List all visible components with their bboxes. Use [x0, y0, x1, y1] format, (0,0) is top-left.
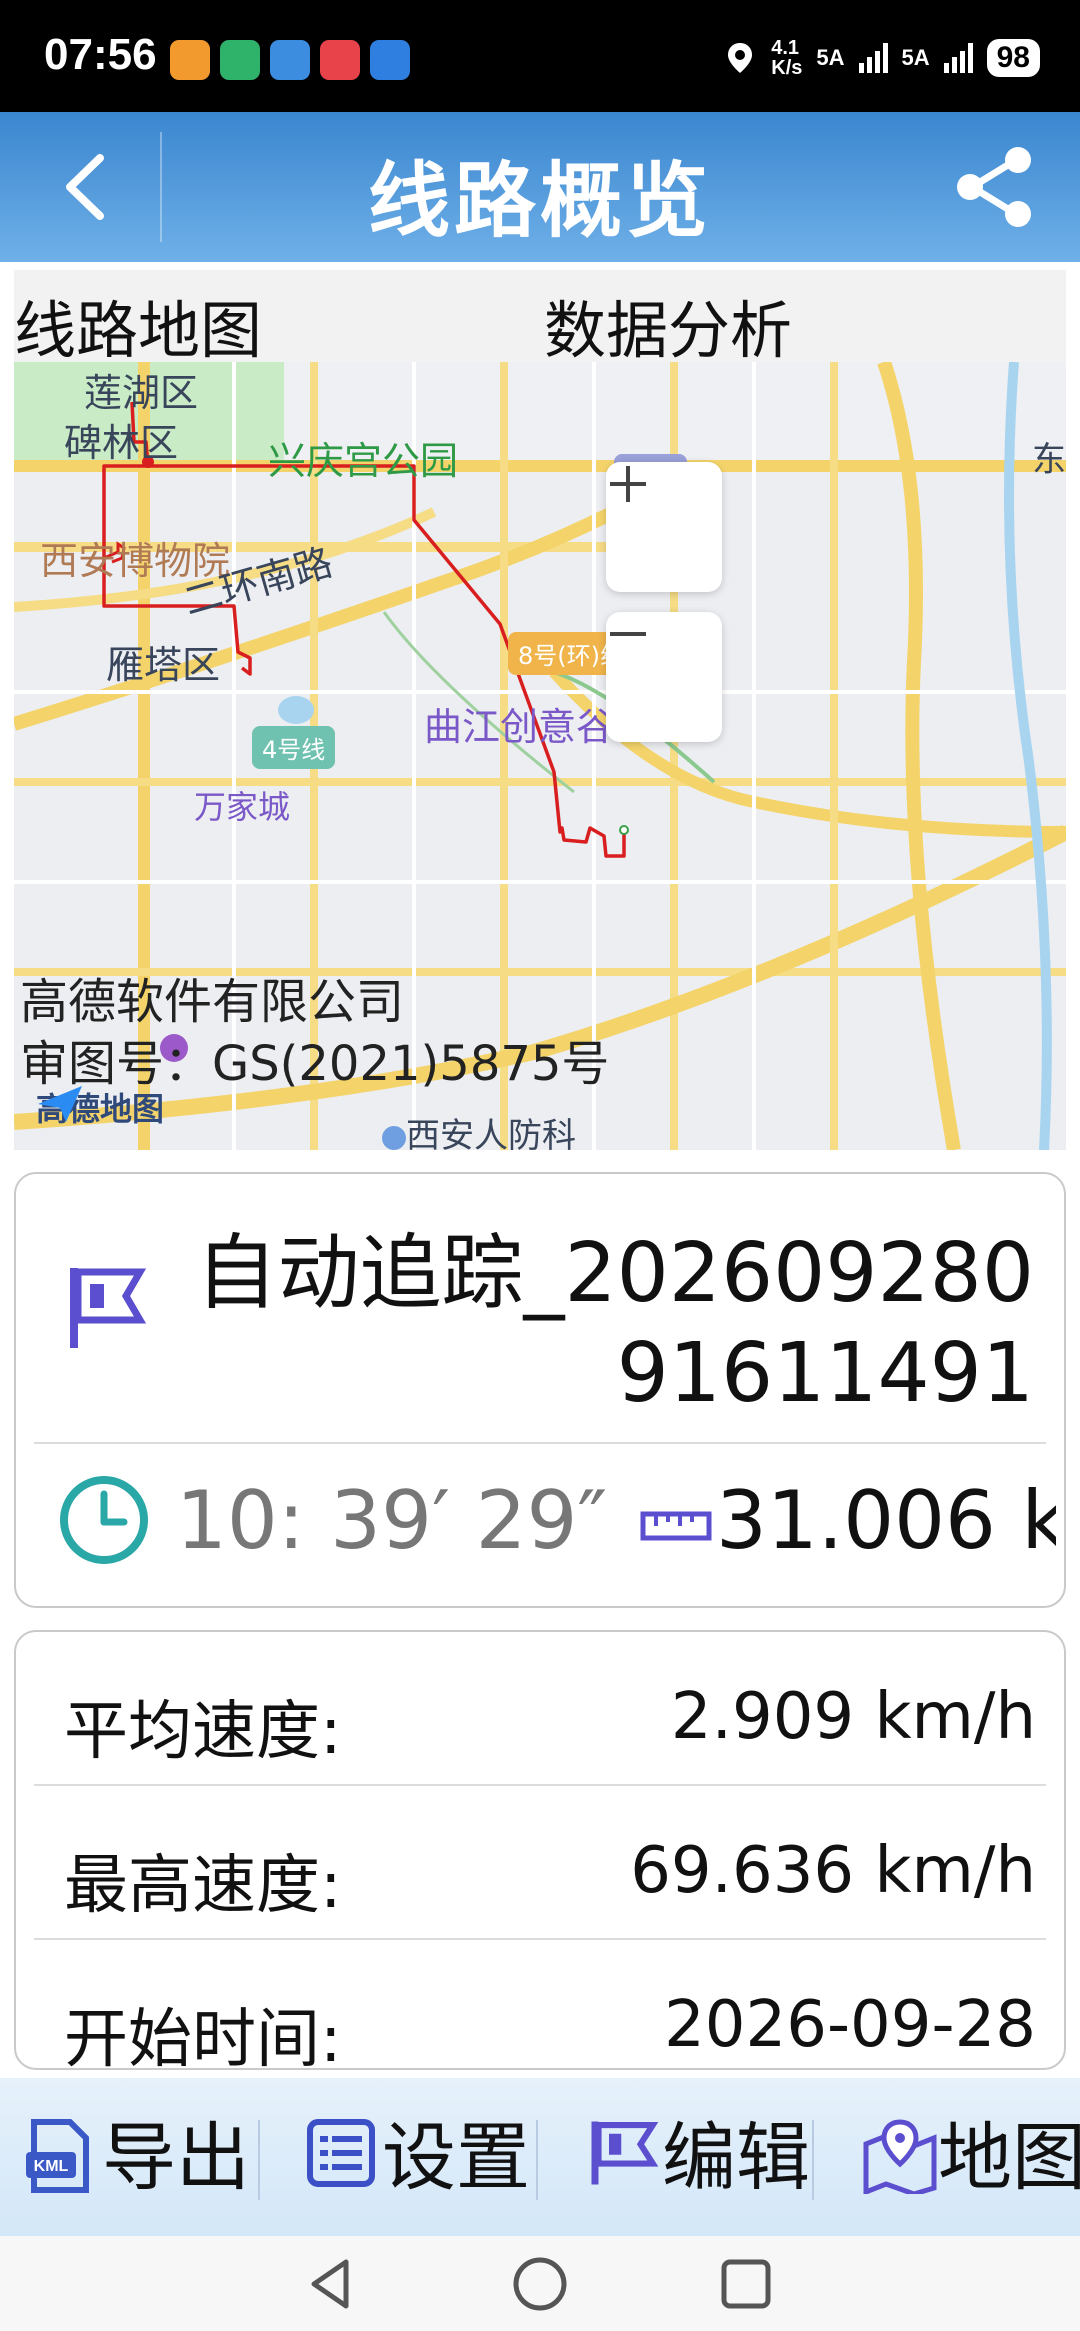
map-label: 东: [1032, 440, 1066, 480]
track-distance: 31.006 k: [716, 1474, 1056, 1567]
edit-button[interactable]: 编辑: [560, 2078, 830, 2236]
metro-badge: 4号线: [252, 726, 336, 769]
signal-label-1: 5A: [816, 45, 845, 70]
status-app-icons: [170, 40, 410, 80]
home-circle-icon[interactable]: [510, 2254, 570, 2314]
tab-bar: 线路地图 数据分析: [14, 270, 1066, 367]
toolbar-label: 设置: [382, 2115, 530, 2201]
signal-bars-icon: [943, 43, 973, 73]
stat-row-average-speed: 平均速度: 2.909 km/h: [34, 1632, 1046, 1786]
recents-square-icon[interactable]: [716, 2254, 776, 2314]
map-button[interactable]: 地图: [836, 2078, 1080, 2236]
app-notification-icon: [170, 40, 210, 80]
signal-label-2: 5A: [901, 45, 930, 70]
list-icon: [307, 2119, 375, 2187]
map-credit-company: 高德软件有限公司: [20, 974, 405, 1030]
map-label: 莲湖区: [84, 371, 199, 415]
track-summary-card: 自动追踪_20260928091611491 10: 39′ 29″ 31.00…: [14, 1172, 1066, 1608]
route-map[interactable]: 莲湖区 碑林区 兴庆宫公园 西安博物院 二环南路 雁塔区 曲江创意谷 万家城 西…: [14, 362, 1066, 1150]
toolbar-separator: [258, 2120, 260, 2200]
amap-logo: 高德地图: [36, 1084, 164, 1130]
back-triangle-icon[interactable]: [300, 2254, 360, 2314]
kml-file-icon: KML: [26, 2119, 89, 2193]
svg-text:KML: KML: [34, 2158, 69, 2175]
page-title: 线路概览: [367, 154, 712, 249]
track-name: 自动追踪_20260928091611491: [195, 1226, 1034, 1421]
weather-icon: [270, 40, 310, 80]
status-bar: 07:56 4.1 K/s 5A 5A 98: [0, 0, 1080, 112]
ruler-icon: [640, 1511, 712, 1541]
map-label: 碑林区: [64, 421, 179, 465]
location-icon: [728, 43, 753, 73]
stat-row-start-time: 开始时间: 2026-09-28: [34, 1940, 1046, 2070]
export-button[interactable]: KML 导出: [0, 2078, 270, 2236]
flag-icon: [70, 1268, 147, 1348]
app-gallery-icon: [320, 40, 360, 80]
app-notification-icon: [370, 40, 410, 80]
toolbar-label: 导出: [102, 2115, 250, 2201]
clock-icon: [60, 1476, 148, 1564]
map-label: 雁塔区: [106, 643, 221, 687]
battery-indicator: 98: [986, 39, 1040, 77]
amap-logo-icon: [38, 1086, 82, 1122]
signal-bars-icon: [858, 43, 888, 73]
stat-value: 2026-09-28: [664, 1988, 1036, 2062]
bottom-toolbar: KML 导出 设置 编辑 地图: [0, 2078, 1080, 2236]
map-pin-icon: [863, 2119, 937, 2194]
tab-route-map[interactable]: 线路地图: [14, 280, 262, 370]
map-label: 万家城: [194, 788, 291, 826]
minus-icon: [610, 632, 646, 636]
status-time: 07:56: [44, 30, 157, 79]
zoom-out-button[interactable]: [606, 612, 722, 742]
track-duration: 10: 39′ 29″: [176, 1474, 608, 1567]
share-button[interactable]: [950, 142, 1040, 232]
stat-value: 2.909 km/h: [670, 1680, 1036, 1754]
system-nav-bar: [0, 2236, 1080, 2331]
zoom-in-button[interactable]: [606, 462, 722, 592]
stats-card: 平均速度: 2.909 km/h 最高速度: 69.636 km/h 开始时间:…: [14, 1630, 1066, 2070]
stat-label: 最高速度:: [64, 1849, 342, 1923]
app-notification-icon: [220, 40, 260, 80]
toolbar-separator: [536, 2120, 538, 2200]
toolbar-separator: [812, 2120, 814, 2200]
card-divider: [34, 1442, 1046, 1444]
settings-button[interactable]: 设置: [280, 2078, 550, 2236]
stat-row-max-speed: 最高速度: 69.636 km/h: [34, 1786, 1046, 1940]
stat-label: 开始时间:: [64, 2003, 342, 2070]
status-indicators: 4.1 K/s 5A 5A 98: [723, 38, 1040, 78]
network-speed: 4.1 K/s: [771, 37, 803, 79]
toolbar-label: 地图: [938, 2115, 1080, 2201]
toolbar-label: 编辑: [662, 2115, 810, 2201]
flag-icon: [591, 2121, 659, 2185]
app-header: 线路概览: [0, 112, 1080, 262]
map-label: 西安人防科: [406, 1116, 576, 1150]
map-label: 曲江创意谷: [424, 705, 615, 749]
tab-data-analysis[interactable]: 数据分析: [544, 280, 792, 370]
share-icon: [957, 147, 1031, 227]
stat-label: 平均速度:: [64, 1695, 342, 1769]
map-label: 兴庆宫公园: [268, 439, 459, 483]
stat-value: 69.636 km/h: [630, 1834, 1036, 1908]
plus-icon: [610, 466, 646, 502]
